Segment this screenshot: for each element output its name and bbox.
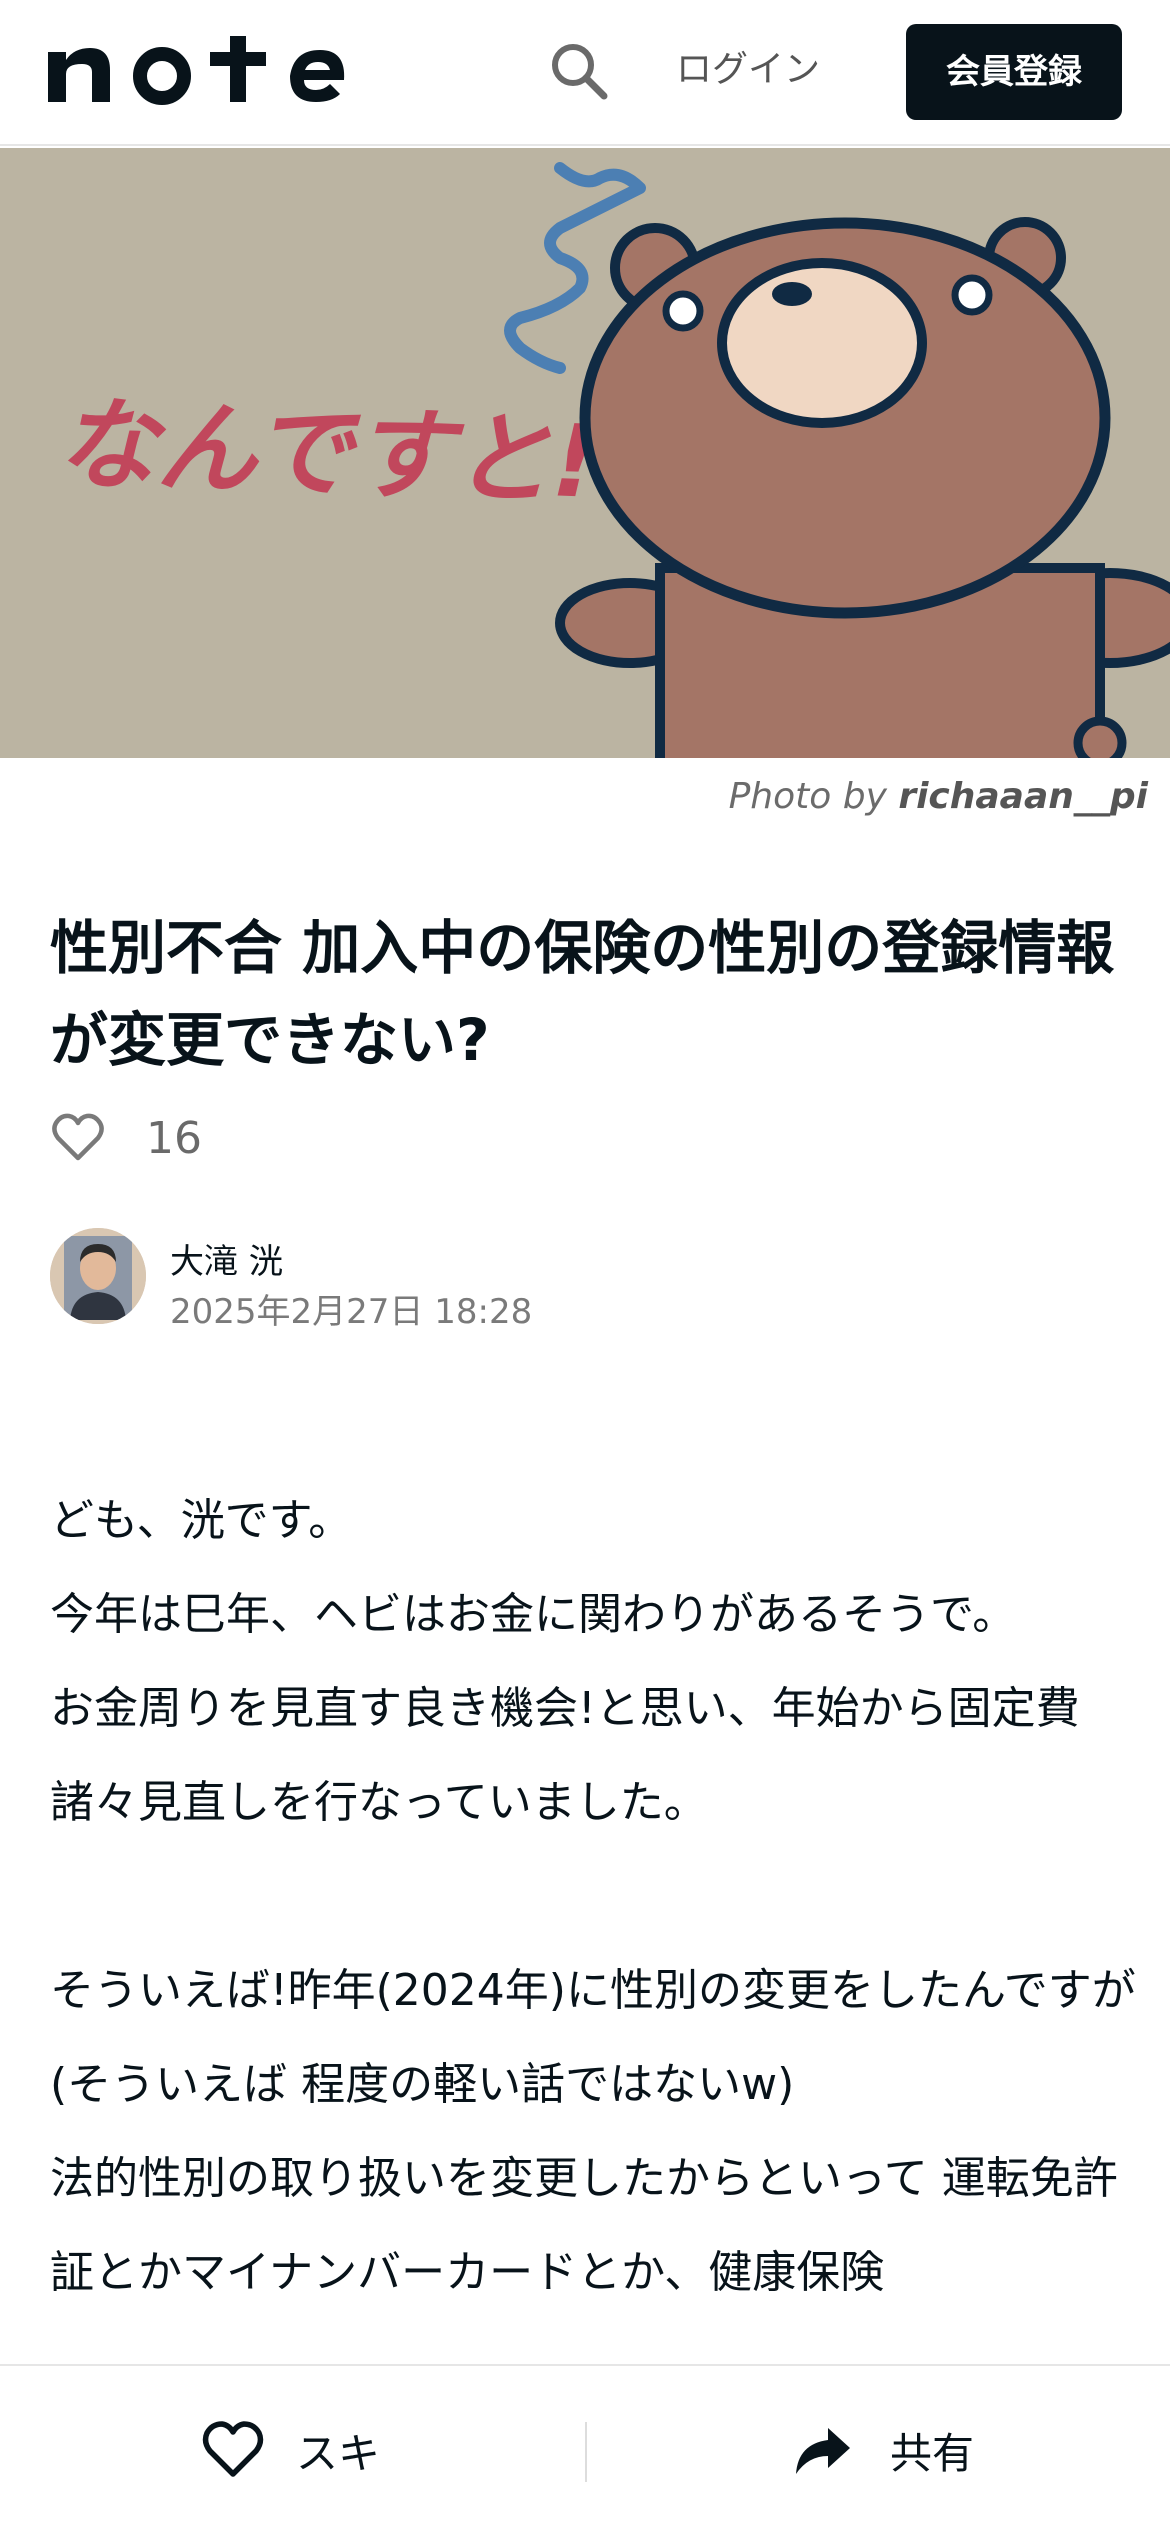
note-logo-mark: [48, 36, 345, 105]
bottom-action-bar: スキ 共有: [0, 2364, 1170, 2532]
author-name[interactable]: 大滝 洸: [170, 1234, 283, 1283]
site-header: ログイン 会員登録: [0, 0, 1170, 146]
heart-icon: [202, 2421, 264, 2477]
note-logo[interactable]: [46, 36, 346, 106]
body-paragraph: お金周りを見直す良き機会!と思い、年始から固定費諸々見直しを行なっていました。: [50, 1683, 1080, 1828]
bottom-bar-divider: [585, 2422, 587, 2482]
article-body: ども、洸です。 今年は巳年、ヘビはお金に関わりがあるそうで。 お金周りを見直す良…: [50, 1474, 1140, 2320]
like-count: 16: [146, 1112, 202, 1164]
hero-image: なんですと!?: [0, 148, 1170, 758]
body-paragraph: 今年は巳年、ヘビはお金に関わりがあるそうで。: [50, 1589, 1017, 1640]
heart-outline-icon[interactable]: [50, 1110, 106, 1166]
share-button[interactable]: 共有: [790, 2412, 974, 2488]
share-button-label: 共有: [890, 2428, 975, 2478]
search-button[interactable]: [548, 40, 610, 102]
body-paragraph: ども、洸です。: [50, 1495, 353, 1546]
login-link[interactable]: ログイン: [676, 44, 820, 96]
article-title: 性別不合 加入中の保険の性別の登録情報が変更できない?: [50, 914, 1115, 1074]
author-avatar[interactable]: [50, 1228, 146, 1324]
body-paragraph: そういえば!昨年(2024年)に性別の変更をしたんですが(そういえば 程度の軽い…: [50, 1965, 1136, 2110]
signup-button[interactable]: 会員登録: [906, 24, 1122, 120]
body-paragraph: 法的性別の取り扱いを変更したからといって 運転免許証とかマイナンバーカードとか、…: [50, 2153, 1118, 2298]
share-arrow-icon: [796, 2428, 850, 2474]
photo-credit-author-link[interactable]: richaaan__pi: [898, 776, 1148, 817]
hero-illustration: なんですと!?: [0, 148, 1170, 758]
photo-credit-prefix: Photo by: [728, 776, 899, 817]
like-summary: 16: [50, 1106, 202, 1170]
photo-credit: Photo by richaaan__pi: [729, 776, 1148, 817]
avatar-image: [50, 1228, 146, 1324]
post-date: 2025年2月27日 18:28: [170, 1292, 533, 1332]
search-icon: [552, 44, 608, 100]
hero-caption-text: なんですと!?: [55, 385, 657, 523]
article-page: ログイン 会員登録 なんですと!? Photo by richaaan__pi …: [0, 0, 1170, 2532]
like-button-label: スキ: [296, 2428, 381, 2478]
like-button[interactable]: スキ: [200, 2412, 380, 2488]
